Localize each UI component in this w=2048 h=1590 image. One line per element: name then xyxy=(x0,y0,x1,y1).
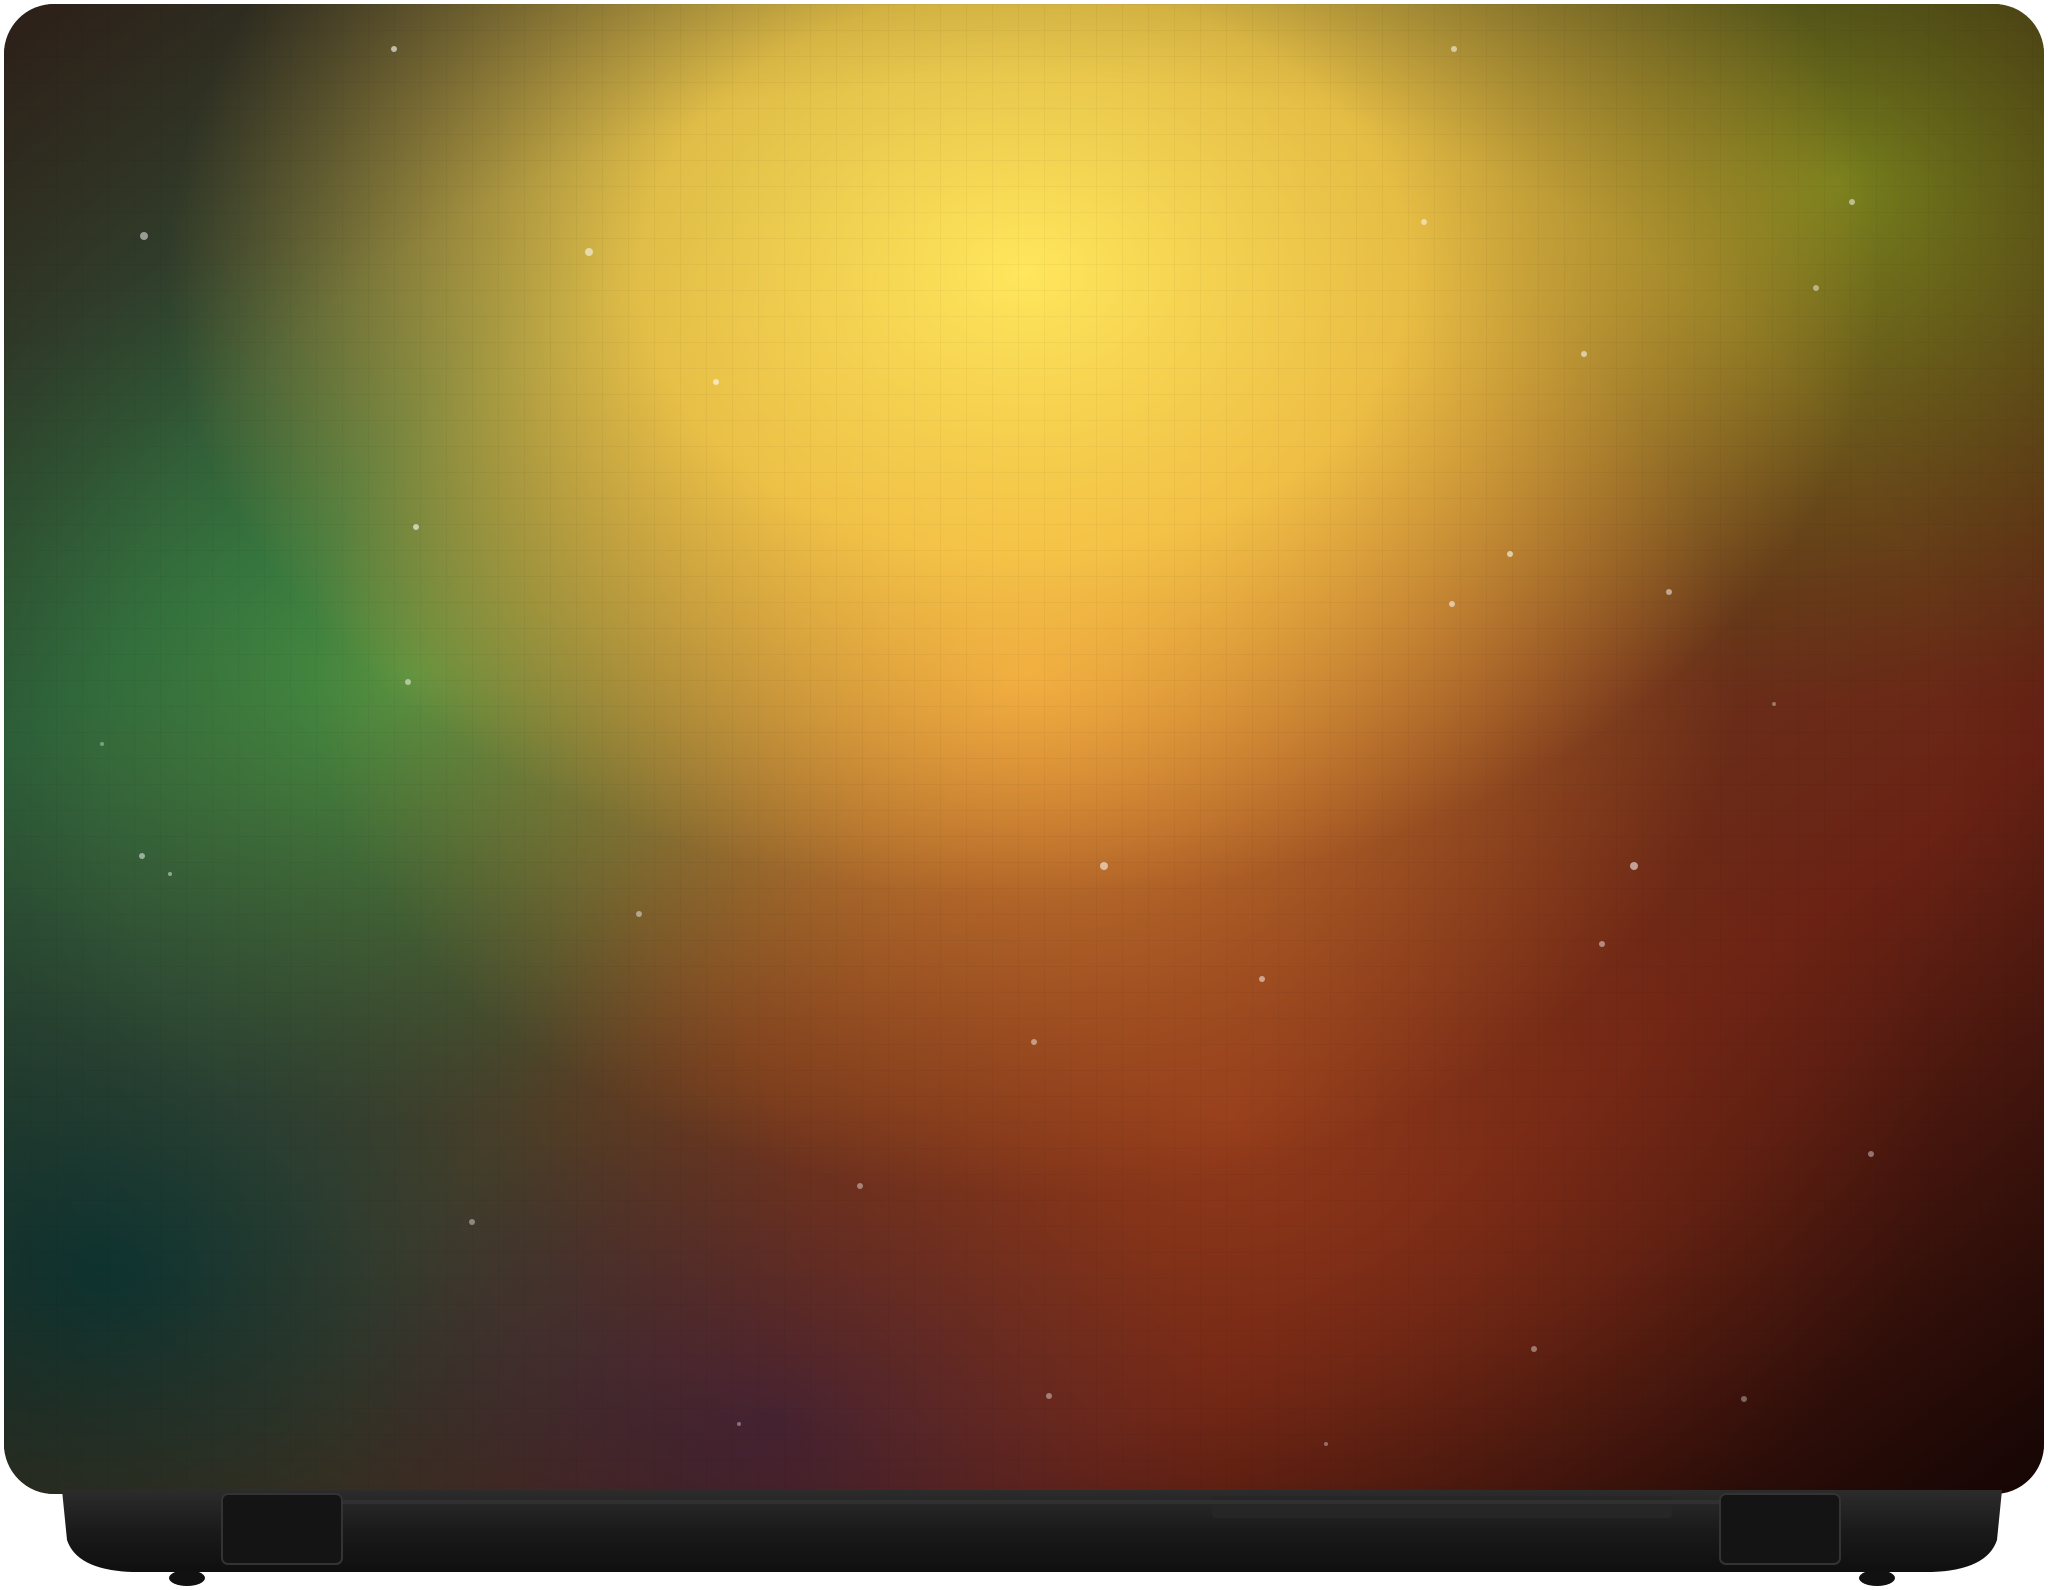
product-photo xyxy=(0,0,2048,1590)
laptop-lid xyxy=(4,4,2044,1494)
laptop-base xyxy=(62,1490,2002,1590)
laptop-skin-artwork xyxy=(4,4,2044,1494)
